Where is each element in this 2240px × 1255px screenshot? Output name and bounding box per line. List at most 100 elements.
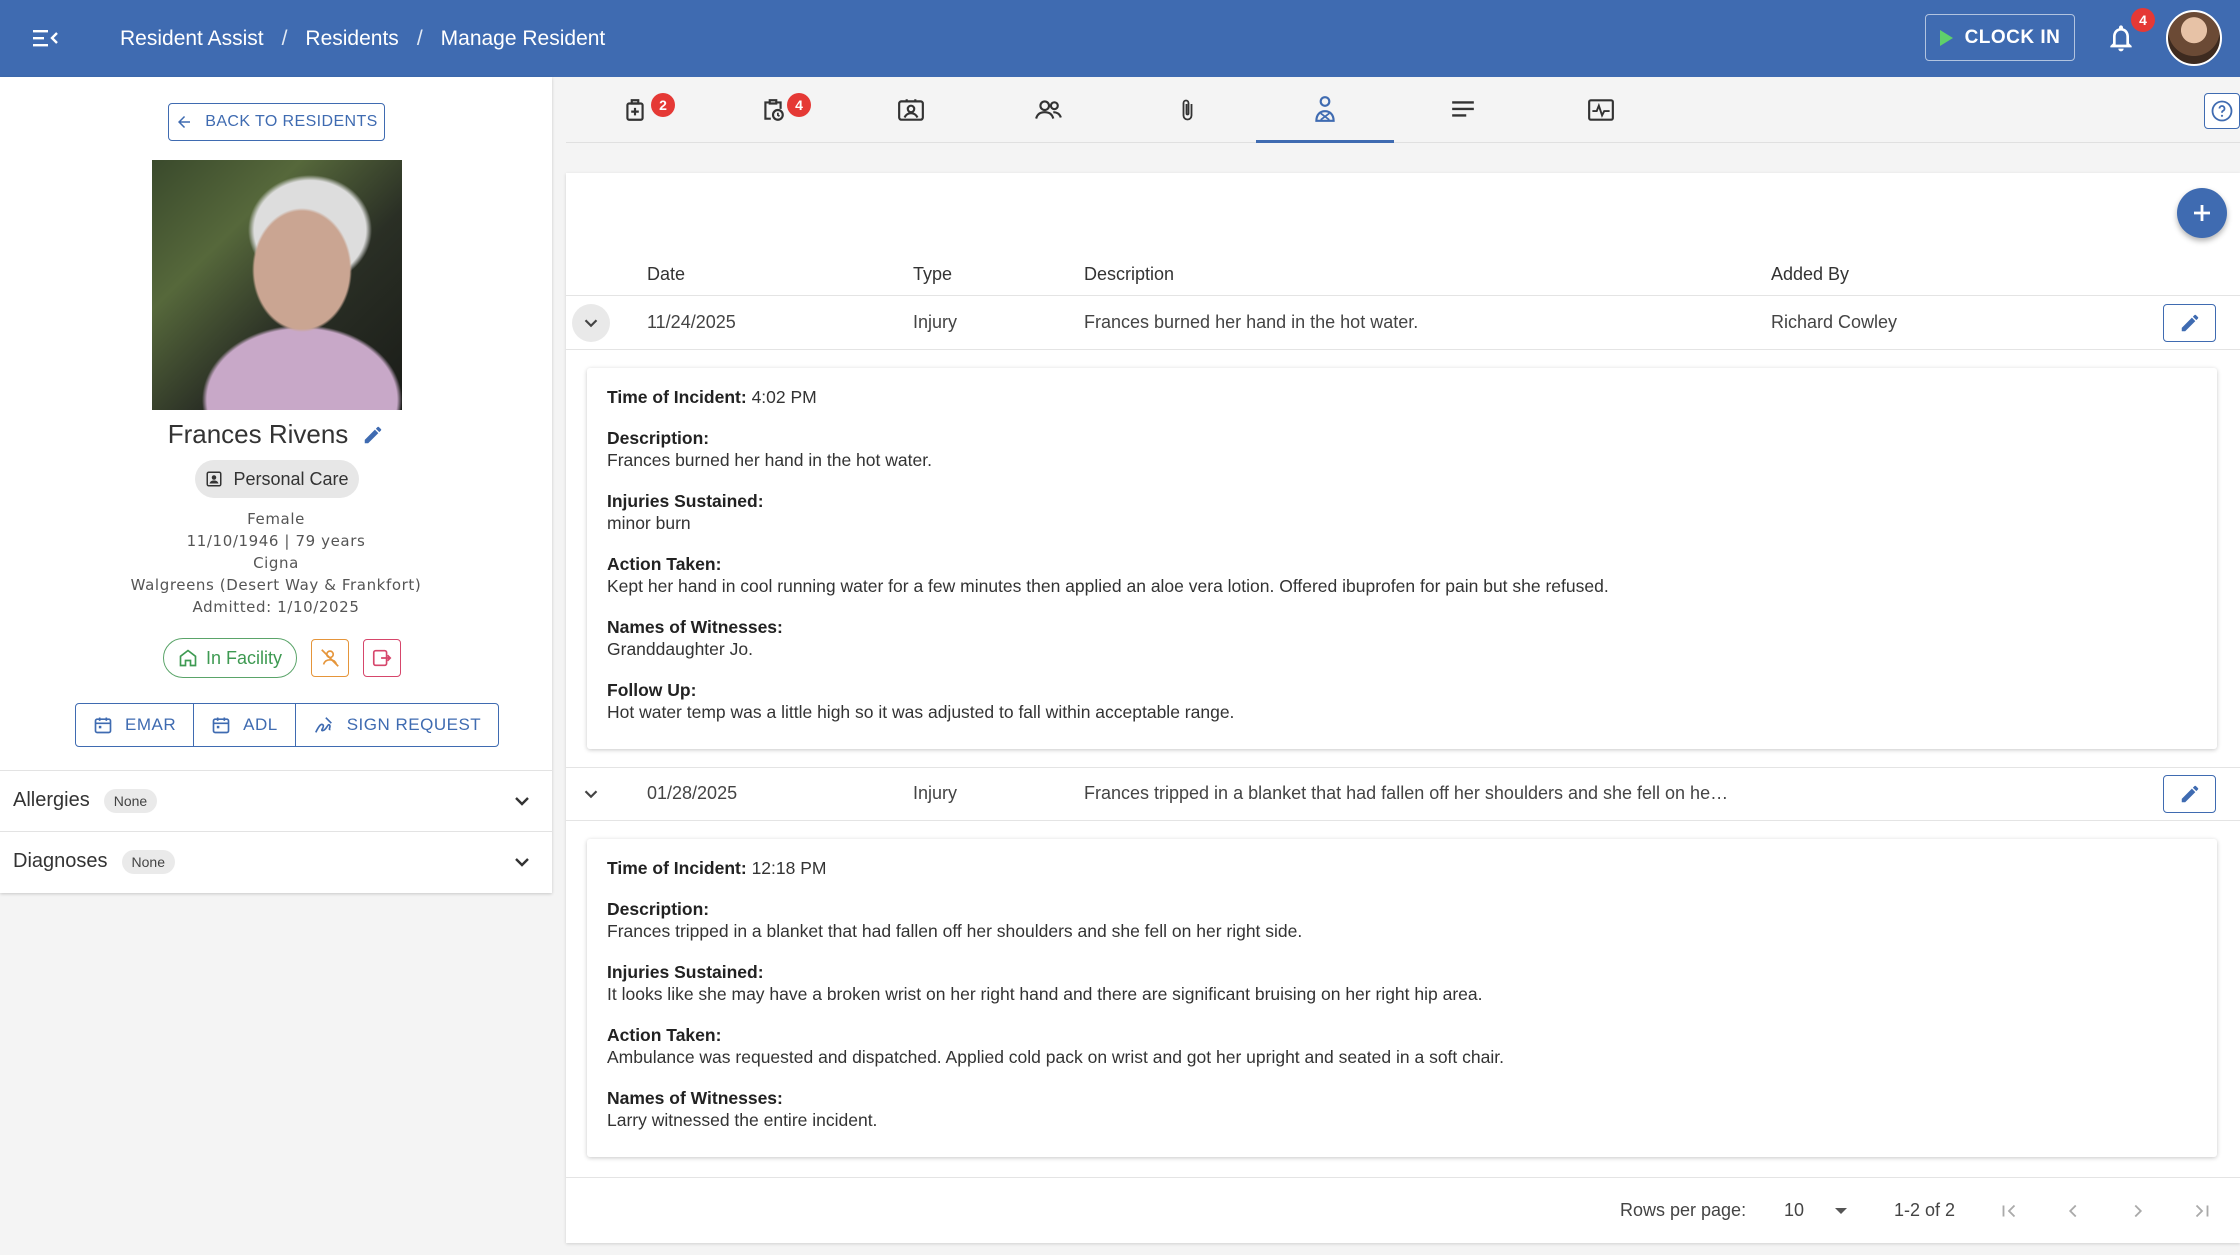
row-divider: [566, 349, 2240, 350]
column-header-type[interactable]: Type: [913, 264, 952, 285]
care-level-label: Personal Care: [233, 468, 349, 489]
resident-insurance: Cigna: [253, 554, 299, 572]
row-collapse-button[interactable]: [572, 775, 610, 813]
help-circle-icon: [2211, 100, 2233, 122]
home-icon: [179, 649, 197, 667]
detail-action: Action Taken: Ambulance was requested and…: [607, 1025, 1504, 1067]
row-2-details-panel: Time of Incident: 12:18 PM Description: F…: [587, 839, 2217, 1157]
chevron-down-icon: [515, 858, 529, 867]
last-page-icon[interactable]: [2187, 1196, 2217, 1226]
status-row: In Facility: [163, 638, 402, 678]
row-1-edit-button[interactable]: [2163, 304, 2216, 342]
resident-tabs: 2 4: [566, 77, 2240, 143]
tab-tasks[interactable]: [704, 77, 842, 143]
app-header: Resident Assist / Residents / Manage Res…: [0, 0, 2240, 77]
resident-profile-card: BACK TO RESIDENTS Frances Rivens Persona…: [0, 77, 552, 893]
discharge-button[interactable]: [363, 639, 402, 677]
row-2-type: Injury: [913, 783, 958, 803]
chevron-down-icon: [515, 797, 529, 806]
tab-tasks-badge: 4: [787, 93, 811, 117]
row-2-date: 01/28/2025: [647, 783, 738, 803]
row-1-description: Frances burned her hand in the hot water…: [1084, 312, 1419, 332]
help-button[interactable]: [2204, 93, 2240, 129]
resident-photo: [152, 160, 402, 410]
care-level-chip: Personal Care: [195, 460, 359, 498]
in-facility-label: In Facility: [206, 647, 283, 668]
column-header-date[interactable]: Date: [647, 264, 685, 285]
back-to-residents-button[interactable]: BACK TO RESIDENTS: [168, 103, 385, 141]
emar-button[interactable]: EMAR: [76, 704, 195, 746]
signature-icon: [314, 717, 332, 733]
detail-witnesses: Names of Witnesses: Granddaughter Jo.: [607, 617, 783, 659]
breadcrumb-residents[interactable]: Residents: [305, 27, 398, 51]
hospice-toggle-button[interactable]: [311, 639, 350, 677]
exit-icon: [372, 649, 392, 667]
notes-lines-icon: [1452, 101, 1474, 117]
clock-in-button[interactable]: CLOCK IN: [1925, 14, 2075, 61]
resident-dob-age: 11/10/1946 | 79 years: [186, 532, 366, 550]
row-collapse-button[interactable]: [572, 304, 610, 342]
resident-admitted: Admitted: 1/10/2025: [192, 598, 360, 616]
next-page-icon[interactable]: [2123, 1196, 2153, 1226]
notification-count-badge: 4: [2131, 8, 2155, 32]
row-2-edit-button[interactable]: [2163, 775, 2216, 813]
sign-request-button[interactable]: SIGN REQUEST: [296, 704, 498, 746]
detail-description: Description: Frances burned her hand in t…: [607, 428, 932, 470]
back-label: BACK TO RESIDENTS: [205, 113, 378, 130]
previous-page-icon[interactable]: [2058, 1196, 2088, 1226]
play-icon: [1939, 29, 1953, 46]
resident-name-row: Frances Rivens: [0, 419, 552, 450]
people-icon: [1035, 100, 1062, 119]
detail-time: Time of Incident: 4:02 PM: [607, 387, 817, 407]
pencil-icon: [2181, 314, 2198, 332]
breadcrumb-manage-resident: Manage Resident: [440, 26, 606, 50]
resident-pharmacy: Walgreens (Desert Way & Frankfort): [130, 576, 422, 594]
resident-gender: Female: [247, 510, 305, 528]
vitals-chart-icon: [1588, 99, 1614, 121]
sign-request-label: SIGN REQUEST: [346, 715, 482, 734]
rows-per-page-value: 10: [1784, 1200, 1805, 1220]
plus-icon: [2194, 205, 2210, 221]
in-facility-status-chip[interactable]: In Facility: [163, 638, 298, 678]
tab-medical[interactable]: [566, 77, 704, 143]
rows-per-page-select[interactable]: 10: [1784, 1200, 1854, 1221]
tab-incidents[interactable]: [1256, 77, 1394, 143]
resident-action-buttons: EMAR ADL SIGN REQUEST: [75, 703, 500, 747]
tab-notes[interactable]: [1394, 77, 1532, 143]
diagnoses-label: Diagnoses: [13, 850, 108, 872]
row-divider: [566, 820, 2240, 821]
rows-per-page-label: Rows per page:: [1620, 1200, 1747, 1220]
diagnoses-value-chip: None: [121, 849, 175, 874]
row-2-description: Frances tripped in a blanket that had fa…: [1084, 783, 1729, 803]
breadcrumb-resident-assist[interactable]: Resident Assist: [120, 27, 264, 51]
adl-button[interactable]: ADL: [194, 704, 296, 746]
column-header-added-by[interactable]: Added By: [1771, 264, 1849, 285]
column-header-description[interactable]: Description: [1084, 264, 1174, 285]
breadcrumb: Resident Assist / Residents / Manage Res…: [120, 0, 605, 77]
menu-collapse-icon[interactable]: [30, 22, 62, 54]
resident-name: Frances Rivens: [167, 419, 349, 449]
contact-card-icon: [898, 99, 924, 121]
row-1-type: Injury: [913, 312, 958, 332]
detail-followup: Follow Up: Hot water temp was a little hi…: [607, 680, 1235, 722]
detail-witnesses: Names of Witnesses: Larry witnessed the e…: [607, 1088, 878, 1130]
allergies-accordion[interactable]: Allergies None: [0, 770, 552, 830]
row-1-details-panel: Time of Incident: 4:02 PM Description: Fr…: [587, 368, 2217, 749]
table-pagination: Rows per page: 10 1-2 of 2: [566, 1177, 2240, 1243]
tab-attachments[interactable]: [1118, 77, 1256, 143]
breadcrumb-separator: /: [416, 26, 423, 50]
edit-name-pencil-icon[interactable]: [362, 424, 384, 446]
tab-contact[interactable]: [842, 77, 980, 143]
detail-action: Action Taken: Kept her hand in cool runni…: [607, 554, 1609, 596]
diagnoses-accordion[interactable]: Diagnoses None: [0, 831, 552, 891]
first-page-icon[interactable]: [1994, 1196, 2024, 1226]
contact-badge-icon: [206, 471, 222, 487]
add-incident-button[interactable]: [2177, 188, 2227, 238]
tab-contacts-people[interactable]: [980, 77, 1118, 143]
pagination-range: 1-2 of 2: [1894, 1200, 1956, 1220]
tab-vitals[interactable]: [1532, 77, 1670, 143]
user-avatar[interactable]: [2166, 10, 2222, 66]
tab-medical-badge: 2: [651, 93, 675, 117]
person-injury-icon: [1315, 95, 1335, 122]
pencil-icon: [2181, 785, 2198, 803]
